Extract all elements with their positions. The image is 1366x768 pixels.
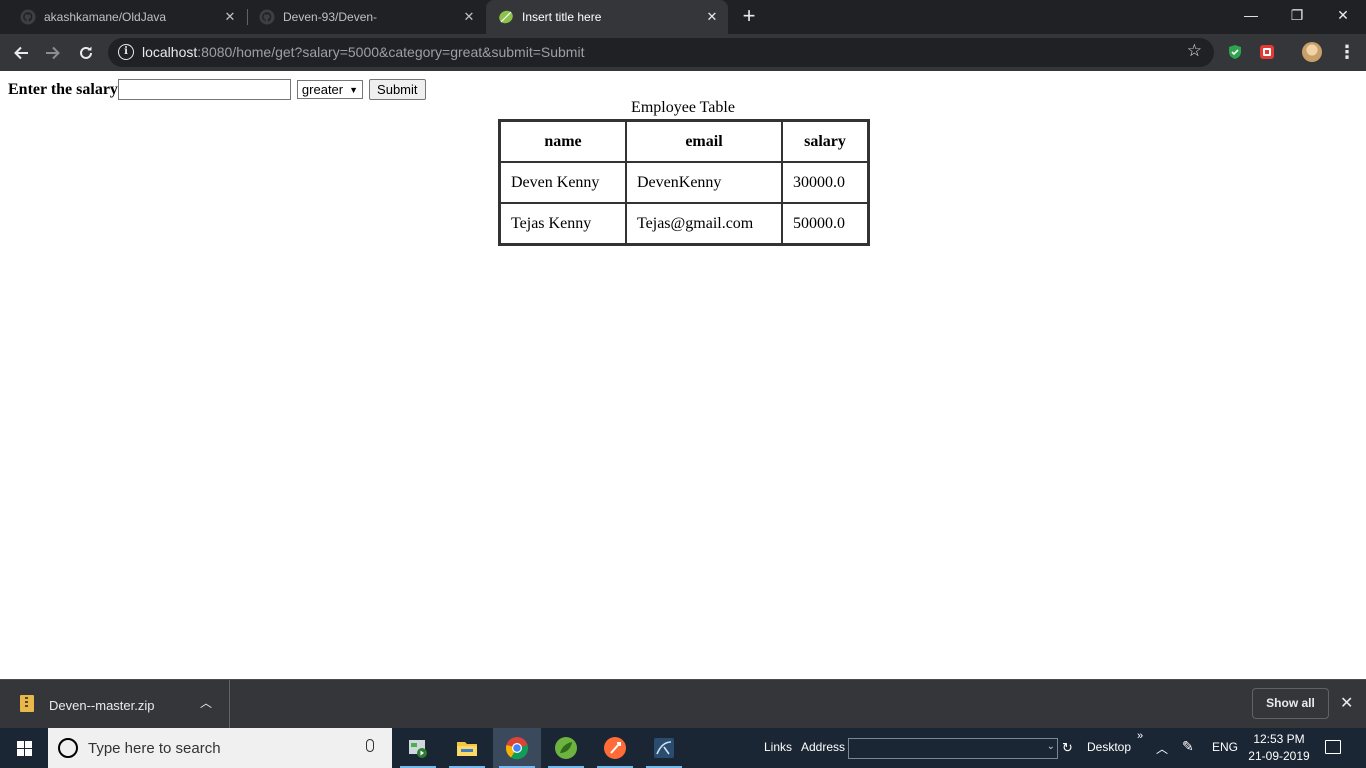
back-arrow-icon[interactable] [8,40,34,66]
zip-file-icon [20,695,34,712]
language-indicator[interactable]: ENG [1212,740,1238,754]
restore-icon[interactable]: ❐ [1274,0,1320,30]
dropdown-arrow-icon: ▼ [349,84,359,95]
pocket-extension-icon[interactable] [1259,44,1275,60]
taskbar-search-box[interactable]: Type here to search [48,728,392,768]
column-header-email: email [626,121,782,162]
cell-salary: 30000.0 [782,162,868,203]
postman-icon [604,737,626,759]
address-toolbar-label: Address [801,740,846,754]
minimize-icon[interactable]: — [1228,0,1274,30]
adblock-shield-icon[interactable] [1227,44,1243,60]
microphone-icon[interactable] [366,739,374,752]
download-bar: Deven--master.zip ︿ Show all ✕ [0,679,1366,728]
download-item[interactable]: Deven--master.zip ︿ [0,680,230,728]
cell-name: Tejas Kenny [500,203,626,244]
submit-button[interactable]: Submit [369,79,426,100]
toolbar-overflow-icon[interactable]: » [1137,730,1143,742]
close-tab-icon[interactable]: ✕ [704,9,720,25]
employee-table: name email salary Deven Kenny DevenKenny… [498,119,870,246]
column-header-name: name [500,121,626,162]
screen: akashkamane/OldJava ✕ Deven-93/Deven- ✕ … [0,0,1366,768]
cell-salary: 50000.0 [782,203,868,244]
bookmark-star-icon[interactable]: ☆ [1187,41,1202,61]
address-bar[interactable]: i localhost:8080/home/get?salary=5000&ca… [108,38,1214,67]
spring-tool-icon [555,737,577,759]
clock-time: 12:53 PM [1253,732,1305,746]
close-download-bar-icon[interactable]: ✕ [1340,693,1353,713]
taskbar-app-spring[interactable] [542,728,590,768]
windows-taskbar: Type here to search Links Address ⌄ ↻ De… [0,728,1366,768]
reload-icon[interactable] [73,40,99,66]
tab-title: Insert title here [522,10,602,24]
show-hidden-icons-icon[interactable]: ︿ [1156,740,1168,757]
table-header-row: name email salary [500,121,868,162]
github-icon [259,9,275,25]
cell-name: Deven Kenny [500,162,626,203]
site-info-icon[interactable]: i [118,44,134,60]
chevron-down-icon[interactable]: ⌄ [1047,741,1055,752]
browser-tab-strip: akashkamane/OldJava ✕ Deven-93/Deven- ✕ … [0,0,1366,34]
close-tab-icon[interactable]: ✕ [222,9,238,25]
browser-toolbar: i localhost:8080/home/get?salary=5000&ca… [0,34,1366,71]
address-go-icon[interactable]: ↻ [1062,740,1073,756]
show-all-button[interactable]: Show all [1252,688,1329,719]
tab-deven[interactable]: Deven-93/Deven- ✕ [239,0,485,34]
notification-center-icon[interactable] [1325,740,1341,754]
github-icon [20,9,36,25]
url-path: :8080/home/get?salary=5000&category=grea… [197,44,585,60]
taskbar-app-mysql[interactable] [640,728,688,768]
system-clock[interactable]: 12:53 PM 21-09-2019 [1248,731,1310,765]
taskbar-app-store[interactable] [394,728,442,768]
url-host: localhost [142,44,198,60]
store-icon [409,740,427,758]
pen-workspace-icon[interactable]: ✎ [1182,738,1194,755]
download-file-name: Deven--master.zip [49,698,155,713]
chrome-menu-icon[interactable]: ⋮ [1338,42,1356,62]
folder-icon [457,742,477,756]
salary-input[interactable] [117,79,291,100]
salary-label: Enter the salary [8,80,118,98]
category-select-value: greater [301,82,344,97]
links-toolbar-label[interactable]: Links [764,740,792,754]
search-placeholder: Type here to search [88,740,221,757]
table-row: Tejas Kenny Tejas@gmail.com 50000.0 [500,203,868,244]
clock-date: 21-09-2019 [1248,749,1310,763]
tab-oldjava[interactable]: akashkamane/OldJava ✕ [0,0,246,34]
desktop-toolbar-label[interactable]: Desktop [1087,740,1131,754]
chrome-icon [505,737,529,760]
cell-email: Tejas@gmail.com [626,203,782,244]
windows-start-icon[interactable] [0,728,48,768]
table-caption: Employee Table [631,99,735,116]
table-row: Deven Kenny DevenKenny 30000.0 [500,162,868,203]
address-toolbar-input[interactable]: ⌄ [848,738,1058,759]
taskbar-app-chrome[interactable] [493,728,541,768]
window-close-icon[interactable]: ✕ [1320,0,1366,30]
salary-search-form: Enter the salary greater ▼ Submit [8,79,426,100]
tab-insert-title[interactable]: Insert title here ✕ [486,0,728,34]
forward-arrow-icon[interactable] [40,40,66,66]
tab-title: akashkamane/OldJava [44,10,167,24]
taskbar-app-explorer[interactable] [443,728,491,768]
mysql-workbench-icon [654,738,674,758]
profile-avatar[interactable] [1302,42,1322,62]
page-content: Enter the salary greater ▼ Submit Employ… [0,71,1366,679]
taskbar-app-postman[interactable] [591,728,639,768]
url-text: localhost:8080/home/get?salary=5000&cate… [142,44,584,60]
cortana-icon [58,738,78,758]
category-select[interactable]: greater ▼ [296,80,364,99]
column-header-salary: salary [782,121,868,162]
new-tab-icon[interactable]: + [738,5,760,28]
spring-leaf-icon [498,9,514,25]
cell-email: DevenKenny [626,162,782,203]
tab-title: Deven-93/Deven- [283,10,378,24]
chevron-up-icon[interactable]: ︿ [200,694,212,711]
close-tab-icon[interactable]: ✕ [461,9,477,25]
